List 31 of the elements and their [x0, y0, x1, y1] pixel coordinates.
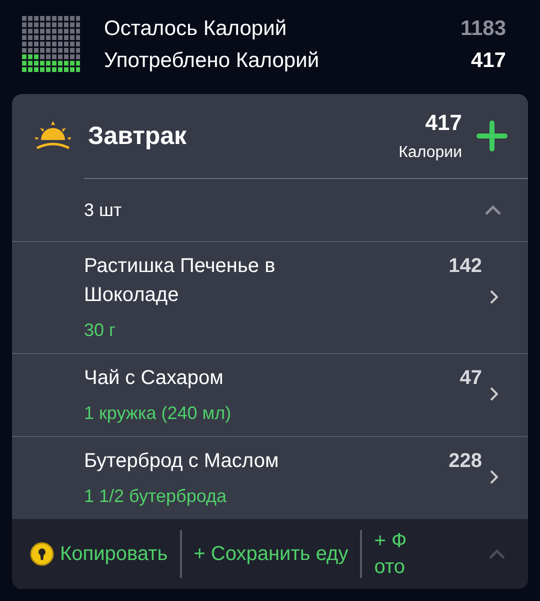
food-portion: 1 1/2 бутерброда	[84, 486, 228, 507]
chevron-right-icon	[490, 387, 498, 401]
collapse-icon[interactable]	[484, 204, 502, 216]
calorie-grid-icon	[22, 16, 80, 74]
food-calories: 142	[448, 254, 482, 279]
calorie-value: 1183	[460, 16, 506, 42]
food-portion: 1 кружка (240 мл)	[84, 403, 232, 424]
food-item[interactable]: Чай с Сахаром 47 1 кружка (240 мл)	[12, 353, 528, 436]
summary-label: Осталось Калорий	[104, 16, 287, 42]
sunrise-icon	[34, 120, 72, 152]
calorie-value: 417	[470, 48, 506, 74]
save-food-button[interactable]: + Сохранить еду	[194, 534, 360, 574]
calories-label: Калории	[398, 144, 462, 162]
meal-calories: 417	[425, 110, 462, 136]
chevron-right-icon	[490, 470, 498, 484]
food-calories: 47	[460, 366, 482, 391]
food-portion: 30 г	[84, 320, 117, 341]
food-name: Бутерброд с Маслом	[84, 449, 280, 474]
meal-title: Завтрак	[88, 122, 188, 150]
copy-button[interactable]: Копировать	[30, 534, 180, 574]
chevron-right-icon	[490, 290, 498, 304]
lock-badge-icon	[30, 542, 54, 566]
summary-label: Употреблено Калорий	[104, 48, 320, 74]
food-item[interactable]: Растишка Печенье в Шоколаде 142 30 г	[12, 241, 528, 353]
photo-button[interactable]: + Фото	[374, 528, 428, 580]
add-icon[interactable]	[476, 120, 508, 152]
food-calories: 228	[448, 449, 482, 474]
collapse-icon[interactable]	[488, 548, 506, 560]
item-count: 3 шт	[84, 200, 122, 220]
food-name: Чай с Сахаром	[84, 366, 224, 391]
food-name: Растишка Печенье в Шоколаде	[84, 254, 276, 308]
